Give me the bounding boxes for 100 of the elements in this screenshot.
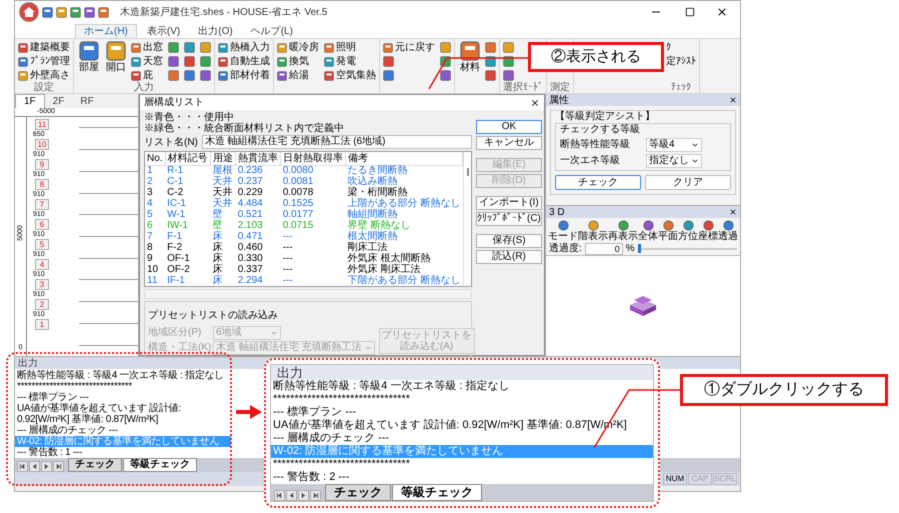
ribbon-button[interactable]: 元に戻す <box>383 41 435 54</box>
last-page-icon[interactable] <box>310 490 321 501</box>
output-line[interactable]: --- 警告数 : 1 --- <box>15 447 231 458</box>
panel-button[interactable]: チェック <box>555 175 641 190</box>
dialog-button[interactable]: 保存(S) <box>476 234 542 248</box>
slider-thumb[interactable] <box>638 244 641 253</box>
square-icon[interactable] <box>184 56 195 67</box>
output-line[interactable]: 断熱等性能等級 : 等級4 一次エネ等級 : 指定なし <box>271 380 653 393</box>
ribbon-text[interactable]: 定ｱｼｽﾄ <box>666 55 696 68</box>
square-icon[interactable] <box>503 42 514 53</box>
square-icon[interactable] <box>184 42 195 53</box>
transparency-slider[interactable] <box>638 244 737 254</box>
room-number[interactable]: 2 <box>35 299 49 310</box>
next-icon[interactable] <box>298 490 309 501</box>
square-icon[interactable] <box>200 42 211 53</box>
square-icon[interactable] <box>485 70 496 81</box>
output-line[interactable]: 断熱等性能等級 : 等級4 一次エネ等級 : 指定なし <box>15 370 231 381</box>
square-icon[interactable] <box>168 56 179 67</box>
ribbon-button[interactable]: 天窓 <box>131 55 163 68</box>
square-icon[interactable] <box>485 42 496 53</box>
first-page-icon[interactable] <box>17 461 28 472</box>
column-header[interactable]: 備考 <box>346 152 462 165</box>
ribbon-button[interactable]: 部屋 <box>77 41 101 73</box>
output-line[interactable]: ******************************** <box>271 393 653 406</box>
menu-tab[interactable]: 出力(O) <box>190 25 241 38</box>
toolbar-button[interactable]: 平面 <box>658 220 678 242</box>
room-number[interactable]: 7 <box>35 199 49 210</box>
output-tab[interactable]: チェック <box>68 458 122 472</box>
grade-select[interactable]: 等級4 <box>646 138 702 152</box>
toolbar-button[interactable]: 階表示 <box>578 220 608 242</box>
ribbon-button[interactable]: 換気 <box>277 55 319 68</box>
menu-tab[interactable]: 表示(V) <box>138 25 188 38</box>
toolbar-button[interactable]: 再表示 <box>608 220 638 242</box>
ribbon-button[interactable]: 出窓 <box>131 41 163 54</box>
ribbon-button[interactable]: 外壁高さ <box>18 69 70 82</box>
ribbon-button[interactable]: 庇 <box>131 69 163 82</box>
transparency-spinner[interactable]: 0 <box>584 242 623 254</box>
first-page-icon[interactable] <box>274 490 285 501</box>
room-number[interactable]: 10 <box>35 139 49 150</box>
menu-tab[interactable]: ヘルプ(L) <box>242 25 301 38</box>
square-icon[interactable] <box>168 70 179 81</box>
last-page-icon[interactable] <box>53 461 64 472</box>
ribbon-button[interactable]: 建築概要 <box>18 41 70 54</box>
square-icon[interactable] <box>200 70 211 81</box>
maximize-icon[interactable] <box>685 7 695 17</box>
list-name-field[interactable]: 木造 軸組構法住宅 充填断熱工法 (6地域) <box>202 135 472 149</box>
output-line[interactable]: --- 層構成のチェック --- <box>271 432 653 445</box>
house-logo-icon[interactable] <box>19 2 39 22</box>
room-number[interactable]: 6 <box>35 219 49 230</box>
dialog-button[interactable]: 読込(R) <box>476 250 542 264</box>
room-number[interactable]: 8 <box>35 179 49 190</box>
close-icon[interactable] <box>716 6 728 18</box>
column-header[interactable]: 材料記号 <box>165 152 210 165</box>
toolbar-button[interactable]: 全体 <box>638 220 658 242</box>
ribbon-button[interactable]: 熱橋入力 <box>218 41 270 54</box>
square-icon[interactable] <box>440 42 451 53</box>
room-number[interactable]: 3 <box>35 279 49 290</box>
grade-select[interactable]: 指定なし <box>646 154 702 168</box>
output-tab[interactable]: 等級チェック <box>392 484 482 501</box>
ribbon-button[interactable]: ﾌﾟﾗﾝ管理 <box>18 55 70 68</box>
square-icon[interactable] <box>440 70 451 81</box>
menu-tab[interactable]: ホーム(H) <box>75 24 137 38</box>
ribbon-button[interactable]: 材料 <box>458 41 482 73</box>
close-icon[interactable] <box>729 96 737 104</box>
toolbar-button[interactable]: モード <box>548 220 578 242</box>
ribbon-button[interactable]: 自動生成 <box>218 55 270 68</box>
scrollbar[interactable] <box>463 152 471 286</box>
dialog-button[interactable]: ｸﾘｯﾌﾟﾎﾞｰﾄﾞ(C) <box>476 212 542 226</box>
floor-tab[interactable]: 2F <box>44 94 72 108</box>
column-header[interactable]: 日射熱取得率 <box>280 152 346 165</box>
toolbar-button[interactable]: 透過 <box>718 220 738 242</box>
toolbar-button[interactable]: 座標 <box>698 220 718 242</box>
output-line[interactable]: ******************************** <box>15 381 231 392</box>
ribbon-button[interactable]: 給湯 <box>277 69 319 82</box>
room-number[interactable]: 9 <box>35 159 49 170</box>
room-number[interactable]: 4 <box>35 259 49 270</box>
close-icon[interactable] <box>729 208 737 216</box>
square-icon[interactable] <box>184 70 195 81</box>
ribbon-button[interactable]: 空気集熱 <box>324 69 376 82</box>
output-line[interactable]: UA値が基準値を超えています 設計値: 0.92[W/m²K] 基準値: 0.87[W/m²K] <box>15 403 231 425</box>
square-icon[interactable] <box>383 70 394 81</box>
room-number[interactable]: 5 <box>35 239 49 250</box>
ribbon-button[interactable]: 部材付着 <box>218 69 270 82</box>
room-number[interactable]: 1 <box>35 319 49 330</box>
floor-tab[interactable]: RF <box>72 94 102 108</box>
floor-tab[interactable]: 1F <box>15 94 45 108</box>
room-number[interactable]: 11 <box>35 119 49 130</box>
column-header[interactable]: 熱貫流率 <box>236 152 281 165</box>
output-line[interactable]: --- 標準プラン --- <box>271 406 653 419</box>
panel-button[interactable]: クリア <box>645 175 731 190</box>
ribbon-button[interactable]: 開口 <box>104 41 128 73</box>
ribbon-button[interactable]: 暖冷房 <box>277 41 319 54</box>
previous-icon[interactable] <box>286 490 297 501</box>
square-icon[interactable] <box>200 56 211 67</box>
square-icon[interactable] <box>503 70 514 81</box>
output-line[interactable]: --- 警告数 : 2 --- <box>271 471 653 484</box>
square-icon[interactable] <box>383 56 394 67</box>
close-icon[interactable] <box>530 98 540 108</box>
dialog-button[interactable]: インポート(I) <box>476 196 542 210</box>
previous-icon[interactable] <box>29 461 40 472</box>
